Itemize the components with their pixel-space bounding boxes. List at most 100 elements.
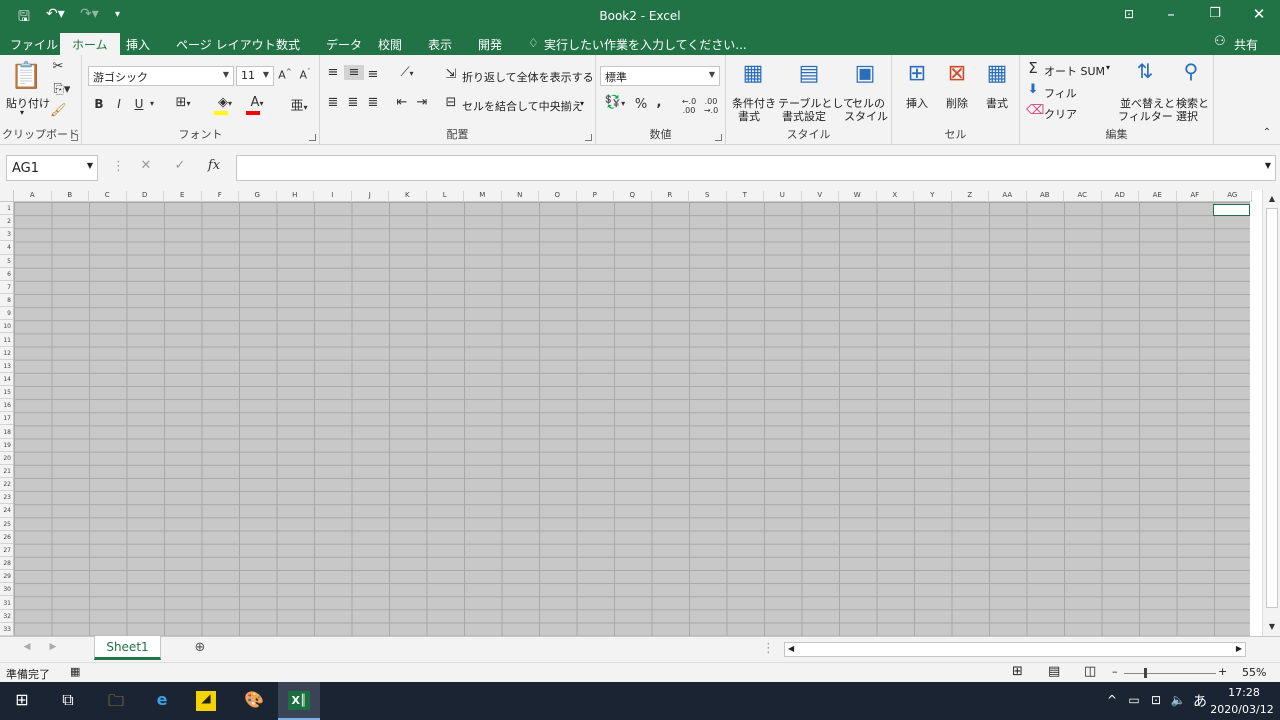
autosum-button[interactable]: オート SUM [1044, 63, 1105, 79]
enter-icon[interactable]: ✓ [172, 158, 188, 173]
row-header[interactable]: 21 [0, 465, 13, 479]
tab-split-icon[interactable]: ⋮ [762, 641, 775, 656]
name-box[interactable]: AG1 ▼ [6, 155, 98, 181]
cell-styles-label-2[interactable]: スタイル [844, 108, 888, 124]
ime-indicator[interactable]: あ [1188, 691, 1212, 711]
fill-down-icon[interactable]: ⬇ [1026, 82, 1040, 97]
paste-dropdown-icon[interactable]: ▾ [20, 108, 24, 117]
merge-icon[interactable]: ⊟ [444, 95, 458, 110]
row-header[interactable]: 19 [0, 439, 13, 452]
cancel-icon[interactable]: ✕ [138, 158, 154, 173]
format-cells-icon[interactable]: ▦ [982, 61, 1012, 86]
column-header[interactable]: D [127, 191, 164, 202]
delete-cells-button[interactable]: 削除 [946, 95, 968, 111]
edge-icon[interactable]: e [150, 690, 174, 709]
tab-developer[interactable]: 開発 [478, 36, 502, 53]
share-button[interactable]: 共有 [1234, 36, 1258, 53]
row-header[interactable]: 32 [0, 610, 13, 623]
align-top-icon[interactable]: ≡ [326, 65, 340, 80]
align-right-icon[interactable]: ≣ [366, 95, 380, 110]
file-explorer-icon[interactable]: 🗀 [104, 690, 128, 717]
clear-button[interactable]: クリア [1044, 106, 1077, 122]
clipboard-launcher-icon[interactable] [71, 134, 78, 141]
task-view-icon[interactable]: ⧉ [56, 690, 80, 710]
row-header[interactable]: 6 [0, 268, 13, 281]
page-break-view-icon[interactable]: ◫ [1084, 664, 1096, 679]
row-header[interactable]: 5 [0, 255, 13, 268]
row-header[interactable]: 12 [0, 347, 13, 360]
column-header[interactable]: T [727, 191, 764, 202]
format-painter-icon[interactable]: 🖌 [50, 103, 67, 118]
ribbon-display-options-icon[interactable]: ⊡ [1114, 7, 1144, 21]
conditional-format-label-2[interactable]: 書式 [738, 108, 760, 124]
clock-date[interactable]: 2020/03/12 [1210, 703, 1274, 716]
column-header[interactable]: O [539, 191, 577, 202]
insert-function-button[interactable]: fx [204, 158, 224, 173]
paste-button[interactable]: 貼り付け [6, 95, 50, 111]
clock-time[interactable]: 17:28 [1214, 686, 1274, 699]
cell-styles-icon[interactable]: ▣ [850, 61, 880, 86]
row-header[interactable]: 16 [0, 399, 13, 413]
format-as-table-label-2[interactable]: 書式設定 [782, 108, 826, 124]
scroll-up-icon[interactable]: ▲ [1266, 194, 1278, 203]
column-header[interactable]: W [839, 191, 877, 202]
network-icon[interactable]: ⊡ [1144, 693, 1168, 707]
column-header[interactable]: A [14, 191, 52, 202]
column-header[interactable]: L [427, 191, 464, 202]
alignment-launcher-icon[interactable] [585, 134, 592, 141]
row-header[interactable]: 25 [0, 518, 13, 531]
column-header[interactable]: B [52, 191, 89, 202]
column-header[interactable]: G [239, 191, 277, 202]
battery-icon[interactable]: ▭ [1122, 693, 1146, 707]
decrease-decimal-icon[interactable]: .00 →.0 [702, 97, 720, 115]
volume-icon[interactable]: 🔈 [1166, 693, 1190, 707]
formula-input[interactable]: ▼ [236, 155, 1276, 181]
cut-icon[interactable]: ✂ [50, 59, 66, 74]
scroll-right-icon[interactable]: ▶ [1236, 644, 1242, 653]
column-header[interactable]: N [502, 191, 539, 202]
row-header[interactable]: 14 [0, 373, 13, 387]
paste-icon[interactable]: 📋 [10, 61, 42, 91]
borders-icon[interactable]: ⊞▾ [170, 95, 196, 110]
fill-button[interactable]: フィル [1044, 85, 1077, 101]
find-select-label-2[interactable]: 選択 [1176, 108, 1198, 124]
normal-view-icon[interactable]: ⊞ [1012, 664, 1023, 679]
copy-icon[interactable]: ⎘▾ [50, 82, 74, 97]
insert-cells-icon[interactable]: ⊞ [902, 61, 932, 86]
row-header[interactable]: 27 [0, 544, 13, 557]
zoom-slider[interactable] [1124, 673, 1216, 674]
orientation-icon[interactable]: ⟋▾ [394, 65, 420, 80]
close-button[interactable]: ✕ [1244, 5, 1274, 23]
align-bottom-icon[interactable]: ≡ [366, 67, 380, 82]
show-hidden-icons-icon[interactable]: ^ [1100, 693, 1124, 707]
tab-home[interactable]: ホーム [60, 33, 120, 55]
italic-button[interactable]: I [112, 97, 126, 111]
row-header[interactable]: 1 [0, 202, 13, 216]
column-header[interactable]: R [652, 191, 689, 202]
zoom-level[interactable]: 55% [1242, 666, 1266, 679]
paint-icon[interactable]: 🎨 [242, 690, 266, 709]
row-header[interactable]: 24 [0, 504, 13, 518]
align-middle-icon[interactable]: ≡ [344, 65, 364, 80]
row-header[interactable]: 8 [0, 294, 13, 308]
sticky-notes-icon[interactable]: ◢ [196, 691, 216, 711]
find-select-icon[interactable]: ⚲ [1176, 59, 1206, 83]
tab-review[interactable]: 校閲 [378, 36, 402, 53]
number-launcher-icon[interactable] [715, 134, 722, 141]
column-header[interactable]: X [877, 191, 914, 202]
column-header[interactable]: AE [1139, 191, 1177, 202]
merge-center-button[interactable]: セルを結合して中央揃え [462, 98, 583, 114]
sort-filter-label-2[interactable]: フィルター [1118, 108, 1173, 124]
format-cells-button[interactable]: 書式 [986, 95, 1008, 111]
zoom-in-icon[interactable]: + [1218, 665, 1227, 678]
row-header[interactable]: 13 [0, 360, 13, 373]
row-header[interactable]: 17 [0, 412, 13, 426]
row-header[interactable]: 11 [0, 334, 13, 347]
column-header[interactable]: Y [914, 191, 952, 202]
row-header[interactable]: 33 [0, 623, 13, 636]
row-header[interactable]: 28 [0, 557, 13, 571]
horizontal-scrollbar[interactable]: ◀ ▶ [784, 642, 1246, 657]
increase-decimal-icon[interactable]: ←.0.00 [680, 97, 698, 115]
row-header[interactable]: 22 [0, 478, 13, 492]
row-header[interactable]: 7 [0, 281, 13, 294]
